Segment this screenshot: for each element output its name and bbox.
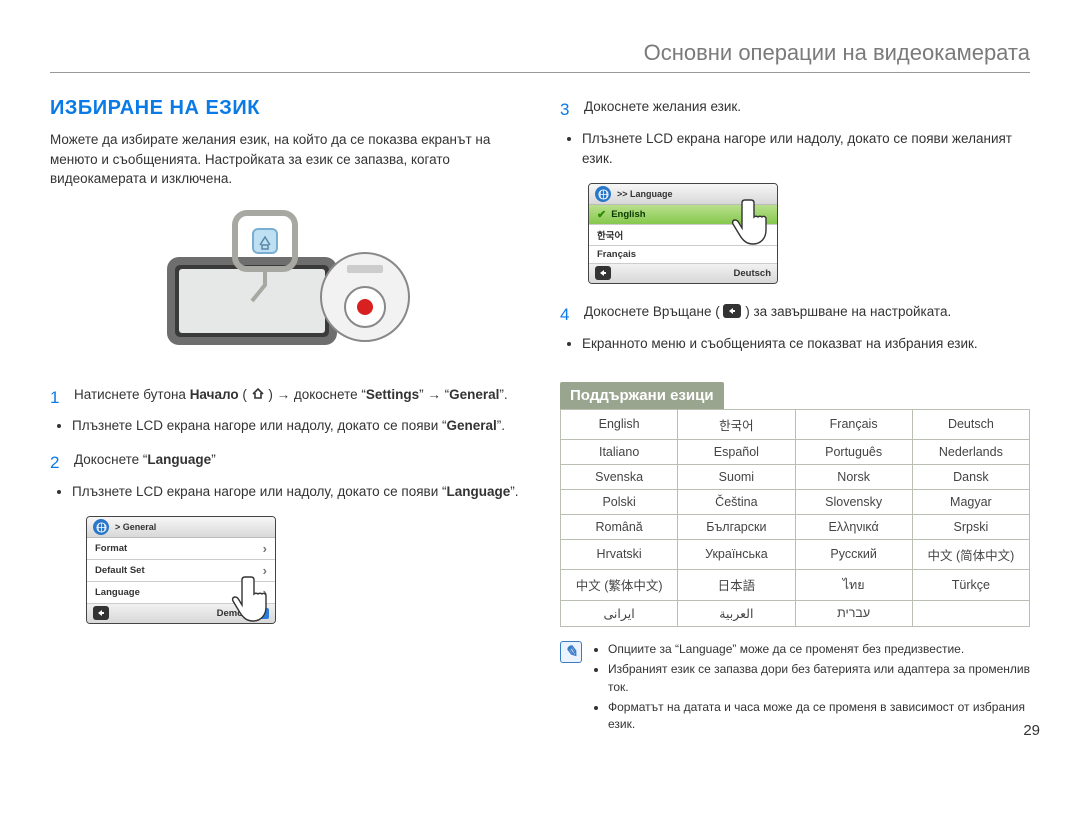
- language-cell: Español: [678, 439, 795, 464]
- step-number: 1: [50, 385, 64, 411]
- step-1: 1 Натиснете бутона Начало ( ) → докоснет…: [50, 385, 520, 411]
- language-cell: Ελληνικά: [795, 514, 912, 539]
- language-cell: Русский: [795, 539, 912, 569]
- language-cell: Português: [795, 439, 912, 464]
- lcd-screen-general: > General Format› Default Set› Language›…: [86, 516, 276, 624]
- language-cell: Slovensky: [795, 489, 912, 514]
- step-3-bullet: Плъзнете LCD екрана нагоре или надолу, д…: [582, 129, 1030, 170]
- notes-block: ✎ Опциите за “Language” може да се проме…: [560, 641, 1030, 737]
- language-cell: עברית: [795, 600, 912, 626]
- globe-icon: [93, 519, 109, 535]
- check-icon: ✔: [597, 208, 606, 221]
- language-cell: Nederlands: [912, 439, 1029, 464]
- language-cell: Svenska: [561, 464, 678, 489]
- language-cell: Türkçe: [912, 569, 1029, 600]
- step-4: 4 Докоснете Връщане ( ) за завършване на…: [560, 302, 1030, 328]
- language-cell: 日本語: [678, 569, 795, 600]
- language-cell: Polski: [561, 489, 678, 514]
- language-cell: Italiano: [561, 439, 678, 464]
- step-3: 3 Докоснете желания език.: [560, 97, 1030, 123]
- step-number: 3: [560, 97, 574, 123]
- back-icon[interactable]: [595, 266, 611, 280]
- back-icon[interactable]: [93, 606, 109, 620]
- note-item: Форматът на датата и часа може да се про…: [608, 699, 1030, 734]
- step-3-text: Докоснете желания език.: [584, 99, 741, 114]
- chapter-title: Основни операции на видеокамерата: [50, 40, 1030, 73]
- screen-row[interactable]: Format›: [87, 538, 275, 560]
- home-icon: [251, 387, 265, 401]
- section-title: ИЗБИРАНЕ НА ЕЗИК: [50, 97, 520, 120]
- screen-header-text: >> Language: [617, 189, 673, 199]
- note-item: Избраният език се запазва дори без батер…: [608, 661, 1030, 696]
- language-cell: 한국어: [678, 409, 795, 439]
- step-4-bullet: Екранното меню и съобщенията се показват…: [582, 334, 1030, 354]
- language-cell: Čeština: [678, 489, 795, 514]
- step-1-bullet: Плъзнете LCD екрана нагоре или надолу, д…: [72, 416, 520, 436]
- step-2-text: Докоснете “Language”: [74, 452, 216, 467]
- hand-pointer-icon: [723, 192, 778, 252]
- step-number: 2: [50, 450, 64, 476]
- language-cell: Български: [678, 514, 795, 539]
- step-4-text: Докоснете Връщане ( ) за завършване на н…: [584, 304, 951, 319]
- note-icon: ✎: [560, 641, 582, 663]
- step-2-bullet: Плъзнете LCD екрана нагоре или надолу, д…: [72, 482, 520, 502]
- chevron-right-icon: ›: [263, 541, 267, 556]
- globe-icon: [595, 186, 611, 202]
- language-cell: Română: [561, 514, 678, 539]
- language-cell: Deutsch: [912, 409, 1029, 439]
- return-icon: [723, 304, 741, 318]
- language-cell: Magyar: [912, 489, 1029, 514]
- language-cell: 中文 (繁体中文): [561, 569, 678, 600]
- step-number: 4: [560, 302, 574, 328]
- language-cell: 中文 (简体中文): [912, 539, 1029, 569]
- language-cell: العربیة: [678, 600, 795, 626]
- language-cell: Українська: [678, 539, 795, 569]
- supported-languages-heading: Поддържани езици: [560, 382, 724, 409]
- language-cell: ไทย: [795, 569, 912, 600]
- lcd-screen-language: >> Language ✔English 한국어 Français Deutsc…: [588, 183, 778, 284]
- page-number: 29: [1023, 722, 1040, 739]
- language-cell: Srpski: [912, 514, 1029, 539]
- language-grid: English한국어FrançaisDeutsch ItalianoEspañol…: [560, 409, 1030, 627]
- language-cell: Hrvatski: [561, 539, 678, 569]
- language-cell: Suomi: [678, 464, 795, 489]
- note-item: Опциите за “Language” може да се променя…: [608, 641, 1030, 658]
- language-cell: [912, 600, 1029, 626]
- language-cell: Dansk: [912, 464, 1029, 489]
- language-cell: English: [561, 409, 678, 439]
- screen-header-text: > General: [115, 522, 156, 532]
- hand-pointer-icon: [223, 569, 276, 624]
- intro-paragraph: Можете да избирате желания език, на койт…: [50, 130, 520, 189]
- language-cell: Français: [795, 409, 912, 439]
- camcorder-illustration: [50, 207, 520, 357]
- language-cell: Norsk: [795, 464, 912, 489]
- step-1-text: Натиснете бутона Начало ( ) → докоснете …: [74, 387, 508, 402]
- step-2: 2 Докоснете “Language”: [50, 450, 520, 476]
- language-cell: ایرانی: [561, 600, 678, 626]
